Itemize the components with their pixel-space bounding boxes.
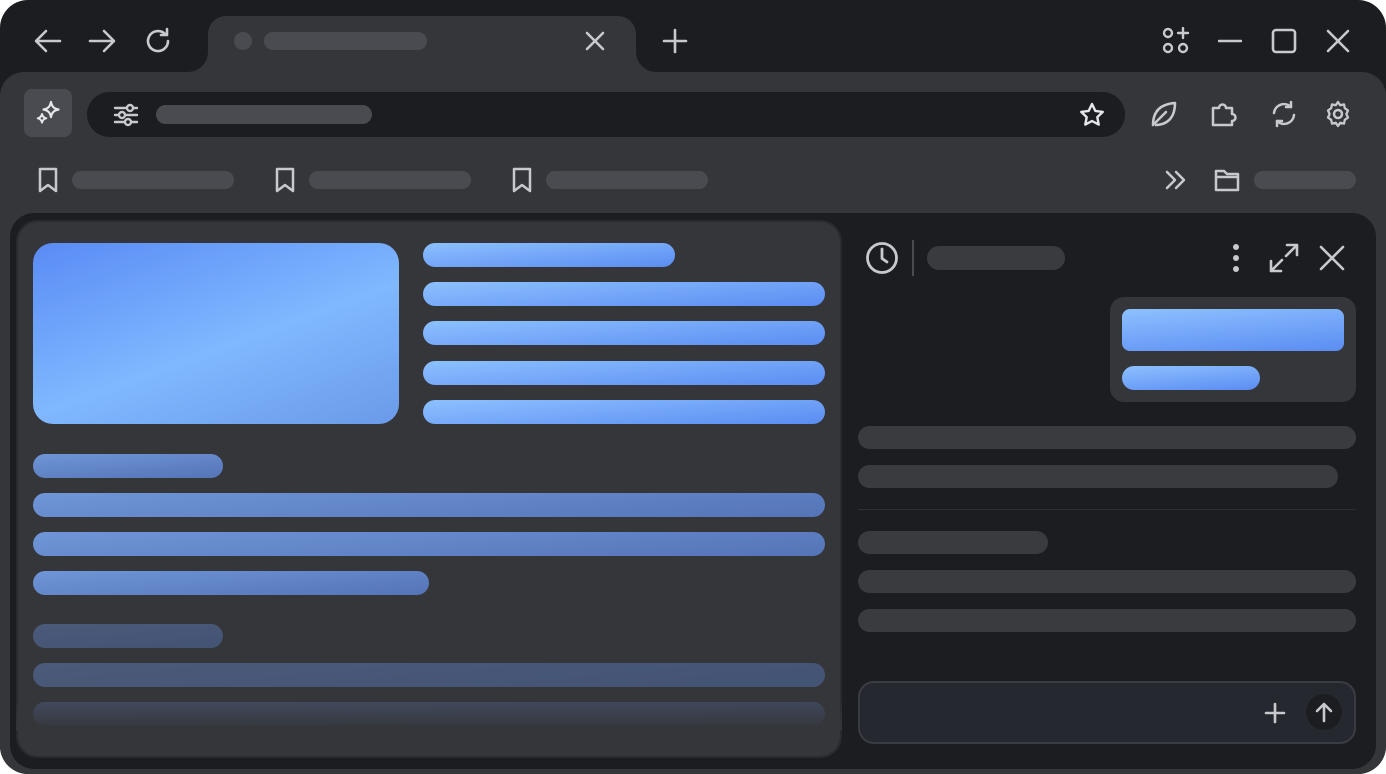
message-text-placeholder (1122, 366, 1260, 390)
text-line-placeholder (423, 282, 825, 306)
active-tab[interactable] (208, 16, 636, 76)
response-heading-placeholder (858, 531, 1048, 554)
star-icon[interactable] (1078, 101, 1106, 129)
side-panel-title (927, 246, 1065, 270)
history-icon[interactable] (864, 240, 900, 276)
bookmark-icon[interactable] (511, 166, 533, 194)
new-tab-icon[interactable] (662, 28, 688, 54)
send-button[interactable] (1306, 694, 1342, 730)
tab-corner-right (636, 52, 656, 72)
text-line-placeholder (33, 493, 825, 517)
bookmark-label[interactable] (309, 171, 471, 189)
user-message-bubble (1110, 297, 1356, 402)
tune-icon[interactable] (113, 102, 139, 128)
bookmark-icon[interactable] (37, 166, 59, 194)
apps-icon[interactable] (1162, 27, 1190, 55)
hero-image (33, 243, 399, 424)
section-heading-placeholder (33, 454, 223, 478)
folder-label[interactable] (1254, 171, 1356, 189)
bookmark-label[interactable] (72, 171, 234, 189)
folder-icon[interactable] (1213, 167, 1241, 193)
forward-icon[interactable] (88, 28, 116, 54)
tab-favicon-dot (234, 32, 252, 50)
back-icon[interactable] (34, 28, 62, 54)
settings-icon[interactable] (1323, 99, 1353, 129)
extensions-icon[interactable] (1209, 99, 1239, 129)
text-line-placeholder (423, 400, 825, 424)
tab-corner-left (188, 52, 208, 72)
response-line-placeholder (858, 426, 1356, 449)
close-window-icon[interactable] (1326, 29, 1350, 53)
header-divider (912, 240, 914, 276)
reload-icon[interactable] (143, 26, 173, 56)
arrow-up-icon (1315, 701, 1333, 723)
ai-mode-button[interactable] (24, 89, 72, 137)
response-divider (858, 509, 1356, 510)
maximize-icon[interactable] (1271, 28, 1297, 54)
text-line-placeholder (423, 321, 825, 345)
minimize-icon[interactable] (1218, 39, 1242, 43)
response-line-placeholder (858, 465, 1338, 488)
bookmark-label[interactable] (546, 171, 708, 189)
response-line-placeholder (858, 609, 1356, 632)
section-heading-placeholder (33, 624, 223, 648)
bookmark-icon[interactable] (274, 166, 296, 194)
leaf-icon[interactable] (1149, 99, 1179, 129)
sync-icon[interactable] (1269, 99, 1299, 129)
more-vert-icon[interactable] (1231, 242, 1241, 274)
close-panel-icon[interactable] (1318, 244, 1346, 272)
browser-window (0, 0, 1386, 774)
message-image-placeholder (1122, 309, 1344, 351)
sparkle-icon (34, 99, 62, 127)
text-line-placeholder (423, 361, 825, 385)
page-fade (16, 700, 842, 730)
omnibox-text (156, 105, 372, 124)
chevrons-right-icon[interactable] (1164, 169, 1188, 191)
response-line-placeholder (858, 570, 1356, 593)
text-line-placeholder (33, 532, 825, 556)
tab-title (264, 32, 427, 50)
article-heading-placeholder (423, 243, 675, 267)
omnibox[interactable] (87, 92, 1125, 137)
expand-icon[interactable] (1268, 242, 1300, 274)
text-line-placeholder (33, 663, 825, 687)
tab-close-icon[interactable] (584, 30, 606, 52)
text-line-placeholder (33, 571, 429, 595)
plus-icon[interactable] (1264, 702, 1286, 724)
